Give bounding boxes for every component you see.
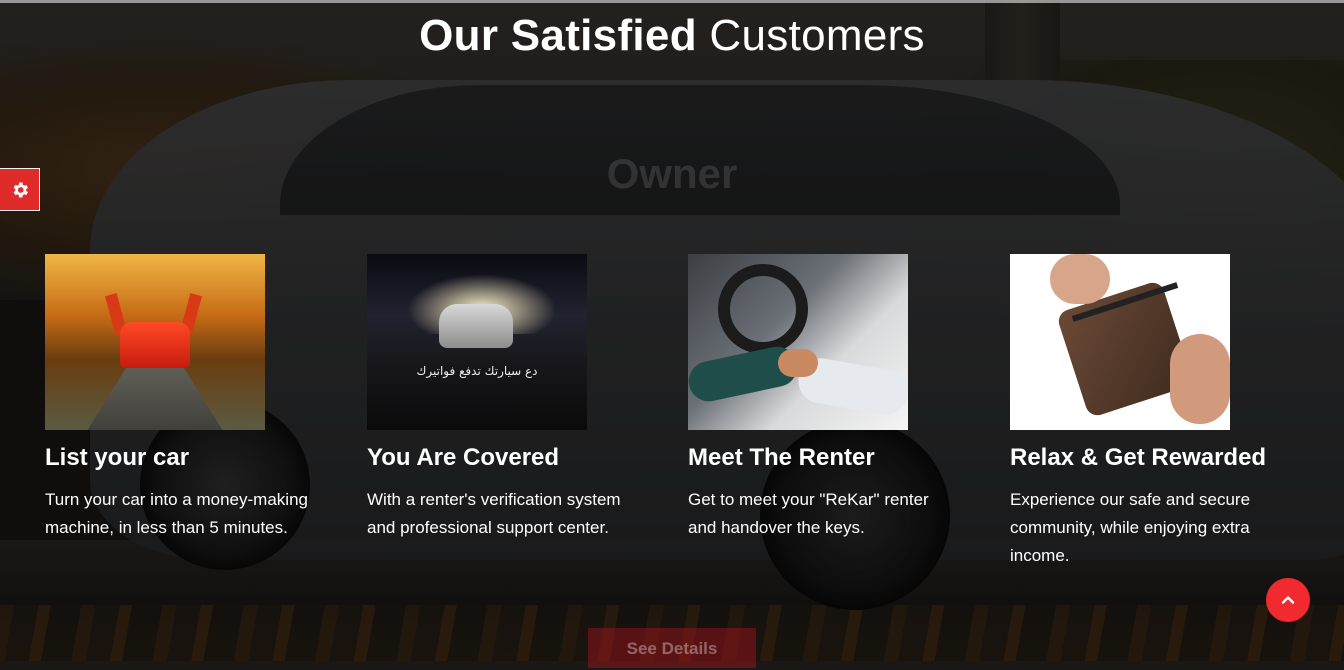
section-title: Our Satisfied Customers [0, 10, 1344, 62]
card-text: Experience our safe and secure community… [1010, 490, 1251, 565]
card-title: List your car [45, 444, 190, 471]
top-divider [0, 0, 1344, 3]
feature-card-rewarded: Relax & Get Rewarded Experience our safe… [1010, 254, 1290, 570]
section-title-bold: Our Satisfied [419, 11, 697, 60]
card-text: Get to meet your "ReKar" renter and hand… [688, 490, 929, 537]
card-title: Relax & Get Rewarded [1010, 444, 1267, 471]
chevron-up-icon [1281, 596, 1295, 604]
gear-icon [13, 182, 28, 197]
card-text: With a renter's verification system and … [367, 490, 621, 537]
feature-card-covered: دع سيارتك تدفع فواتيرك You Are Covered W… [367, 254, 647, 542]
card-title: You Are Covered [367, 444, 560, 471]
ghost-heading: Owner [606, 150, 738, 197]
see-details-button[interactable]: See Details [588, 628, 756, 668]
image-caption: دع سيارتك تدفع فواتيرك [416, 364, 538, 378]
card-title: Meet The Renter [688, 444, 875, 471]
feature-card-list-car: List your car Turn your car into a money… [45, 254, 325, 542]
settings-button[interactable] [0, 168, 40, 211]
night-car-photo: دع سيارتك تدفع فواتيرك [367, 254, 587, 430]
scroll-to-top-button[interactable] [1266, 578, 1310, 622]
key-handover-photo [688, 254, 908, 430]
card-text: Turn your car into a money-making machin… [45, 490, 308, 537]
feature-card-meet-renter: Meet The Renter Get to meet your "ReKar"… [688, 254, 968, 542]
wallet-photo [1010, 254, 1230, 430]
red-sports-car-photo [45, 254, 265, 430]
section-title-rest: Customers [709, 11, 925, 60]
